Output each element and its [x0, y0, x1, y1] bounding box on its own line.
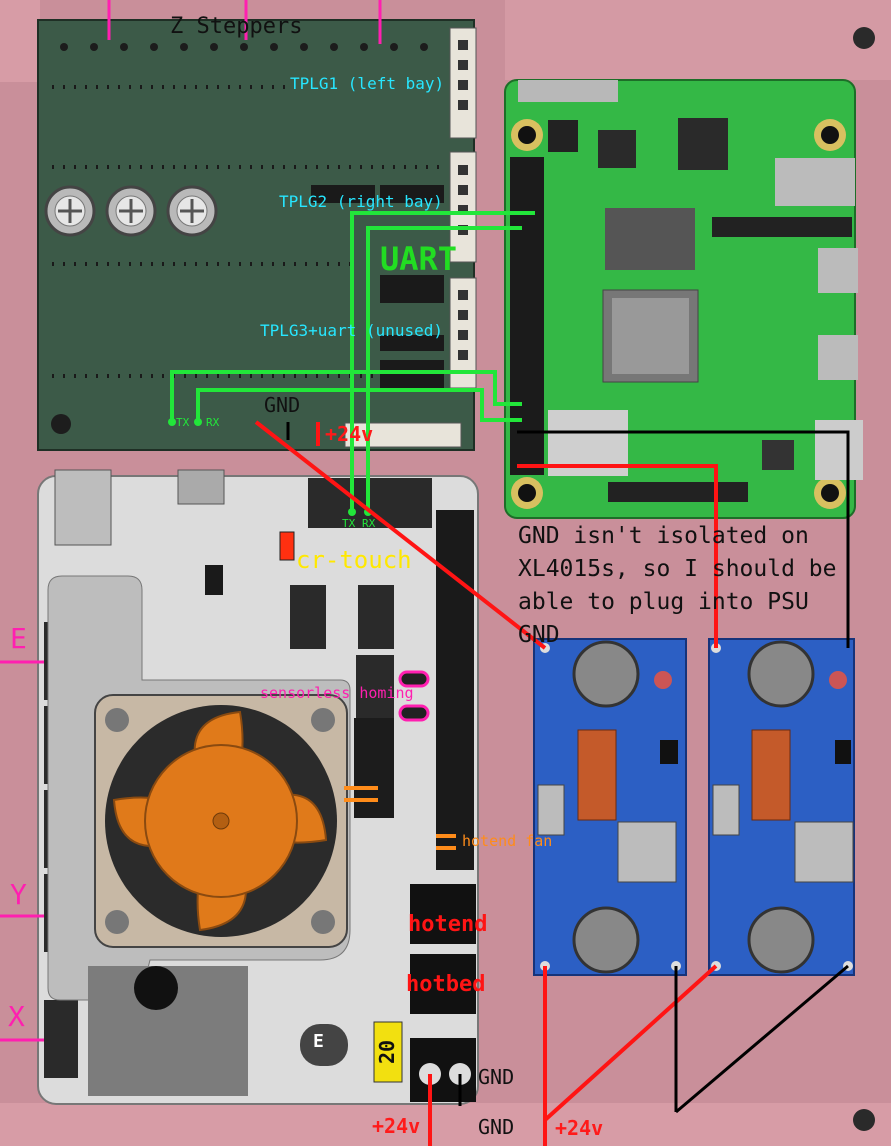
- tplg3-label: TPLG3+uart (unused): [260, 321, 444, 340]
- gnd-bottom-label-a: GND: [478, 1065, 515, 1089]
- tplg-extender-board: [37, 0, 477, 451]
- uart-label: UART: [380, 240, 458, 278]
- y-axis-label: Y: [10, 878, 27, 911]
- raspberry-pi-board: [504, 79, 863, 519]
- driver-headers: [436, 510, 474, 870]
- xl4015-buck-converter-1: [533, 638, 687, 976]
- capacitor-label: E: [313, 1031, 324, 1052]
- plus24-bottom-label-a: +24v: [372, 1114, 421, 1138]
- gpio-header: [510, 157, 544, 475]
- x-axis-label: X: [8, 1000, 25, 1033]
- hotbed-label: hotbed: [406, 972, 486, 997]
- capacitor-row: [44, 185, 218, 237]
- plus24-top-label: +24v: [325, 422, 374, 446]
- hotend-label: hotend: [408, 912, 488, 937]
- e-axis-label: E: [10, 622, 27, 655]
- frame-panel-bottom: [0, 1103, 891, 1146]
- psu-gnd-note: GND isn't isolated on XL4015s, so I shou…: [518, 523, 837, 648]
- gnd-bottom-label-b: GND: [478, 1115, 515, 1139]
- tx-board-label: TX: [342, 517, 356, 530]
- sensorless-homing-label: sensorless homing: [260, 684, 414, 702]
- frame-panel-top-right: [505, 0, 891, 80]
- plus24-bottom-label-b: +24v: [555, 1116, 604, 1140]
- z-steppers-label: Z Steppers: [170, 14, 303, 39]
- cr-touch-label: cr-touch: [296, 546, 412, 574]
- tx-small-label: TX: [176, 416, 190, 429]
- cooling-fan-icon: [94, 694, 348, 948]
- xl4015-buck-converter-2: [708, 638, 855, 976]
- rx-board-label: RX: [362, 517, 376, 530]
- rx-small-label: RX: [206, 416, 220, 429]
- fuse-label: 20: [375, 1039, 400, 1065]
- frame-panel-left: [0, 0, 40, 82]
- tplg1-label: TPLG1 (left bay): [290, 74, 445, 93]
- hotend-fan-label: hotend fan: [462, 832, 553, 850]
- frame-screw: [853, 27, 875, 49]
- tplg2-label: TPLG2 (right bay): [279, 192, 443, 211]
- frame-screw: [853, 1109, 875, 1131]
- gnd-top-label: GND: [264, 393, 301, 417]
